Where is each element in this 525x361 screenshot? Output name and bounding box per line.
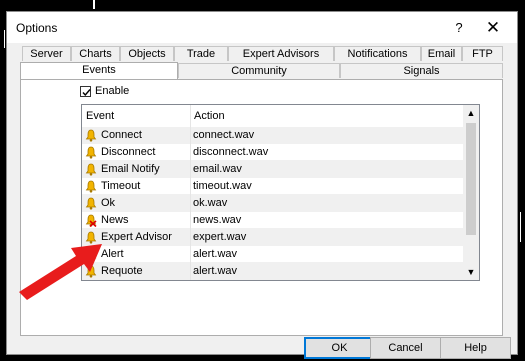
event-action: email.wav xyxy=(193,163,242,175)
event-action: ok.wav xyxy=(193,197,228,209)
vertical-scrollbar[interactable]: ▲ ▼ xyxy=(463,105,479,280)
list-item[interactable]: News news.wav xyxy=(82,212,463,229)
column-divider xyxy=(190,144,191,161)
event-action: alert.wav xyxy=(193,265,238,277)
event-name: Disconnect xyxy=(101,146,156,158)
column-divider xyxy=(190,195,191,212)
tab-community[interactable]: Community xyxy=(178,63,340,78)
event-name: Connect xyxy=(101,129,142,141)
list-item[interactable]: Disconnect disconnect.wav xyxy=(82,144,463,161)
background-artifact xyxy=(520,212,521,242)
tab-events[interactable]: Events xyxy=(20,62,178,79)
close-icon[interactable]: ✕ xyxy=(481,17,505,39)
event-action: alert.wav xyxy=(193,248,238,260)
options-dialog: Options ? ✕ Server Charts Objects Trade … xyxy=(6,11,518,359)
event-action: connect.wav xyxy=(193,129,255,141)
event-name: Timeout xyxy=(101,180,141,192)
bell-icon xyxy=(85,180,97,196)
tab-ftp[interactable]: FTP xyxy=(462,46,503,61)
enable-checkbox[interactable] xyxy=(80,86,91,97)
tab-row-top: Server Charts Objects Trade Expert Advis… xyxy=(22,46,503,62)
column-divider xyxy=(190,229,191,246)
list-item[interactable]: Ok ok.wav xyxy=(82,195,463,212)
event-name: Email Notify xyxy=(101,163,160,175)
tab-expert-advisors[interactable]: Expert Advisors xyxy=(228,46,334,61)
ok-button[interactable]: OK xyxy=(304,337,375,359)
tab-objects[interactable]: Objects xyxy=(120,46,174,61)
event-action: disconnect.wav xyxy=(193,146,269,158)
scroll-down-icon[interactable]: ▼ xyxy=(463,264,479,280)
bell-icon xyxy=(85,197,97,213)
column-header-action[interactable]: Action xyxy=(194,110,225,122)
column-divider xyxy=(190,127,191,144)
event-action: timeout.wav xyxy=(193,180,252,192)
column-divider xyxy=(190,212,191,229)
list-item[interactable]: Email Notify email.wav xyxy=(82,161,463,178)
list-item[interactable]: Alert alert.wav xyxy=(82,246,463,263)
column-header-event[interactable]: Event xyxy=(86,110,114,122)
column-divider xyxy=(190,178,191,195)
event-name: News xyxy=(101,214,129,226)
window-title: Options xyxy=(16,21,58,35)
background-artifact xyxy=(4,30,5,48)
bell-icon xyxy=(85,146,97,162)
scroll-thumb[interactable] xyxy=(466,123,476,235)
cancel-button[interactable]: Cancel xyxy=(370,337,441,359)
tab-server[interactable]: Server xyxy=(22,46,71,61)
list-item[interactable]: Connect connect.wav xyxy=(82,127,463,144)
tab-trade[interactable]: Trade xyxy=(174,46,228,61)
bell-icon xyxy=(85,129,97,145)
help-icon[interactable]: ? xyxy=(447,17,471,39)
bell-icon xyxy=(85,163,97,179)
list-item[interactable]: Requote alert.wav xyxy=(82,263,463,280)
events-list[interactable]: Event Action Connect connect.wav Disconnec… xyxy=(81,104,480,281)
event-name: Requote xyxy=(101,265,143,277)
scroll-up-icon[interactable]: ▲ xyxy=(463,105,479,121)
event-action: news.wav xyxy=(193,214,242,226)
list-item[interactable]: Expert Advisor expert.wav xyxy=(82,229,463,246)
title-bar: Options ? ✕ xyxy=(7,12,517,43)
background-artifact xyxy=(93,0,95,9)
red-arrow-icon xyxy=(19,244,102,300)
column-divider xyxy=(190,263,191,280)
tab-notifications[interactable]: Notifications xyxy=(334,46,421,61)
column-divider xyxy=(190,105,191,127)
tab-email[interactable]: Email xyxy=(421,46,462,61)
dialog-body: Server Charts Objects Trade Expert Advis… xyxy=(7,43,517,359)
event-action: expert.wav xyxy=(193,231,247,243)
help-button[interactable]: Help xyxy=(440,337,511,359)
list-item[interactable]: Timeout timeout.wav xyxy=(82,178,463,195)
tab-signals[interactable]: Signals xyxy=(340,63,503,78)
event-name: Ok xyxy=(101,197,116,209)
column-divider xyxy=(190,161,191,178)
list-header: Event Action xyxy=(82,105,463,128)
bell-disabled-icon xyxy=(85,214,97,230)
enable-label: Enable xyxy=(95,85,130,97)
tab-row-bottom: Events Community Signals xyxy=(20,62,503,79)
event-name: Expert Advisor xyxy=(101,231,172,243)
tab-charts[interactable]: Charts xyxy=(71,46,120,61)
column-divider xyxy=(190,246,191,263)
